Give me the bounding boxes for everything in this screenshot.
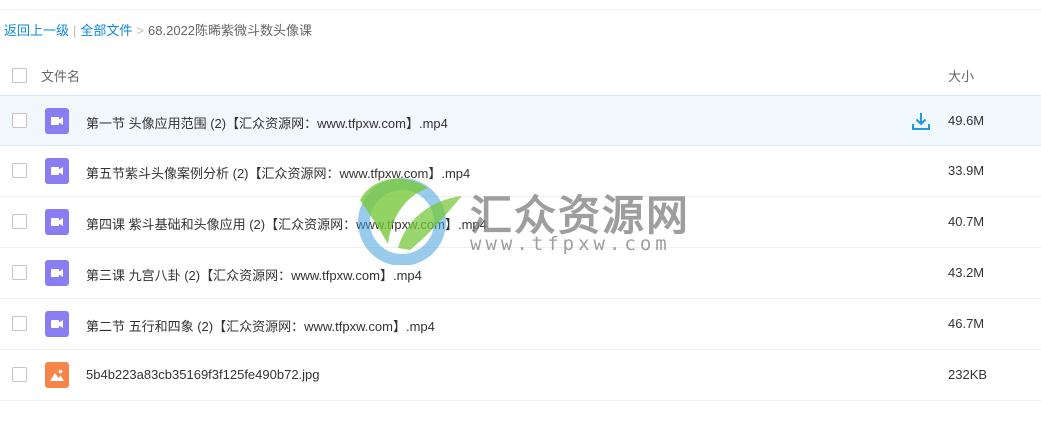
file-size: 46.7M bbox=[948, 316, 985, 331]
file-row[interactable]: 第二节 五行和四象 (2)【汇众资源网：www.tfpxw.com】.mp4 4… bbox=[0, 299, 1041, 350]
file-size: 40.7M bbox=[948, 214, 985, 229]
file-name[interactable]: 5b4b223a83cb35169f3f125fe490b72.jpg bbox=[86, 367, 320, 382]
current-folder: 68.2022陈晞紫微斗数头像课 bbox=[148, 23, 313, 38]
file-row[interactable]: 第五节紫斗头像案例分析 (2)【汇众资源网：www.tfpxw.com】.mp4… bbox=[0, 146, 1041, 197]
file-list-header: 文件名 大小 bbox=[0, 58, 1041, 92]
size-column-header[interactable]: 大小 bbox=[948, 66, 974, 85]
name-column-header[interactable]: 文件名 bbox=[41, 66, 80, 85]
file-row[interactable]: 第一节 头像应用范围 (2)【汇众资源网：www.tfpxw.com】.mp4 … bbox=[0, 95, 1041, 146]
file-name[interactable]: 第一节 头像应用范围 (2)【汇众资源网：www.tfpxw.com】.mp4 bbox=[86, 113, 448, 132]
breadcrumb-separator: | bbox=[73, 23, 77, 38]
download-icon[interactable] bbox=[911, 111, 931, 131]
file-row[interactable]: 第四课 紫斗基础和头像应用 (2)【汇众资源网：www.tfpxw.com】.m… bbox=[0, 197, 1041, 248]
image-file-icon bbox=[45, 362, 69, 388]
file-name[interactable]: 第三课 九宫八卦 (2)【汇众资源网：www.tfpxw.com】.mp4 bbox=[86, 265, 422, 284]
video-file-icon bbox=[45, 158, 69, 184]
breadcrumb-arrow: > bbox=[136, 23, 145, 38]
breadcrumb: 返回上一级 | 全部文件 >68.2022陈晞紫微斗数头像课 bbox=[4, 22, 312, 40]
top-divider bbox=[0, 9, 1041, 10]
video-file-icon bbox=[45, 260, 69, 286]
video-file-icon bbox=[45, 209, 69, 235]
file-size: 43.2M bbox=[948, 265, 985, 280]
row-checkbox[interactable] bbox=[12, 265, 27, 280]
row-checkbox[interactable] bbox=[12, 214, 27, 229]
file-size: 49.6M bbox=[948, 113, 985, 128]
file-row[interactable]: 5b4b223a83cb35169f3f125fe490b72.jpg 232K… bbox=[0, 350, 1041, 401]
video-file-icon bbox=[45, 311, 69, 337]
file-name[interactable]: 第四课 紫斗基础和头像应用 (2)【汇众资源网：www.tfpxw.com】.m… bbox=[86, 214, 487, 233]
file-list: 第一节 头像应用范围 (2)【汇众资源网：www.tfpxw.com】.mp4 … bbox=[0, 95, 1041, 401]
video-file-icon bbox=[45, 108, 69, 134]
select-all-checkbox[interactable] bbox=[12, 68, 27, 83]
back-link[interactable]: 返回上一级 bbox=[4, 23, 69, 38]
file-size: 33.9M bbox=[948, 163, 985, 178]
all-files-link[interactable]: 全部文件 bbox=[80, 23, 132, 38]
row-checkbox[interactable] bbox=[12, 163, 27, 178]
row-checkbox[interactable] bbox=[12, 367, 27, 382]
row-checkbox[interactable] bbox=[12, 113, 27, 128]
file-name[interactable]: 第五节紫斗头像案例分析 (2)【汇众资源网：www.tfpxw.com】.mp4 bbox=[86, 163, 470, 182]
file-name[interactable]: 第二节 五行和四象 (2)【汇众资源网：www.tfpxw.com】.mp4 bbox=[86, 316, 435, 335]
row-checkbox[interactable] bbox=[12, 316, 27, 331]
file-row[interactable]: 第三课 九宫八卦 (2)【汇众资源网：www.tfpxw.com】.mp4 43… bbox=[0, 248, 1041, 299]
file-size: 232KB bbox=[948, 367, 988, 382]
